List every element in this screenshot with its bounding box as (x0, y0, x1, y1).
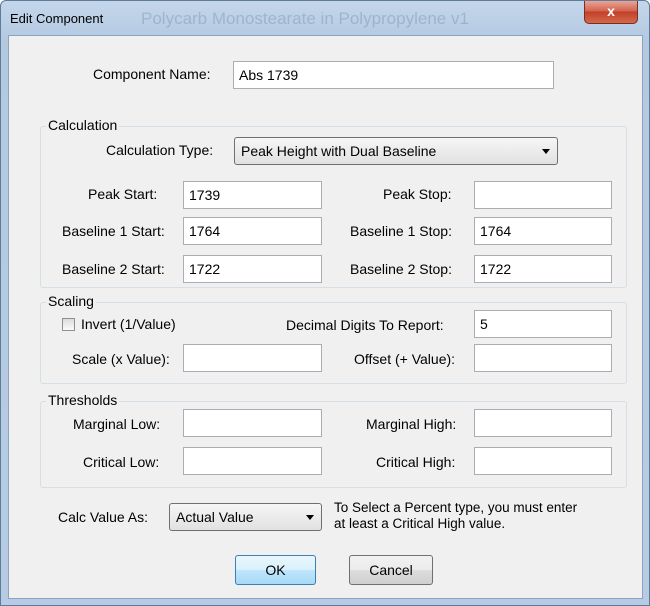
baseline1-stop-input[interactable]: 1764 (474, 217, 612, 245)
baseline2-start-input[interactable]: 1722 (183, 255, 322, 283)
baseline1-start-label: Baseline 1 Start: (62, 223, 165, 239)
component-name-input[interactable]: Abs 1739 (233, 61, 554, 89)
percent-type-note-line1: To Select a Percent type, you must enter (334, 500, 578, 515)
invert-checkbox[interactable] (62, 318, 75, 331)
ok-button[interactable]: OK (235, 555, 316, 585)
dialog-body: Component Name: Abs 1739 Calculation Cal… (8, 35, 643, 599)
calculation-type-dropdown[interactable]: Peak Height with Dual Baseline (234, 137, 558, 165)
baseline1-start-input[interactable]: 1764 (183, 217, 322, 245)
peak-stop-label: Peak Stop: (383, 186, 452, 202)
baseline2-stop-label: Baseline 2 Stop: (350, 261, 452, 277)
background-window-title: Polycarb Monostearate in Polypropylene v… (141, 9, 469, 28)
baseline2-start-label: Baseline 2 Start: (62, 261, 165, 277)
cancel-button[interactable]: Cancel (349, 555, 433, 585)
offset-label: Offset (+ Value): (354, 351, 456, 367)
calc-value-as-label: Calc Value As: (58, 509, 149, 525)
edit-component-window: Polycarb Monostearate in Polypropylene v… (0, 0, 650, 606)
calculation-type-label: Calculation Type: (106, 142, 214, 158)
decimal-digits-label: Decimal Digits To Report: (286, 317, 444, 333)
critical-high-label: Critical High: (376, 454, 456, 470)
peak-start-input[interactable]: 1739 (183, 181, 322, 209)
baseline2-stop-input[interactable]: 1722 (474, 255, 612, 283)
scale-input[interactable] (183, 344, 322, 372)
invert-label[interactable]: Invert (1/Value) (81, 316, 176, 332)
marginal-high-input[interactable] (474, 409, 612, 437)
peak-start-label: Peak Start: (88, 186, 158, 202)
title-bar[interactable]: Polycarb Monostearate in Polypropylene v… (1, 1, 649, 35)
calculation-group-title: Calculation (46, 117, 120, 133)
marginal-low-label: Marginal Low: (73, 416, 161, 432)
scale-label: Scale (x Value): (72, 351, 170, 367)
marginal-high-label: Marginal High: (366, 416, 457, 432)
scaling-group-title: Scaling (46, 293, 96, 309)
chevron-down-icon (542, 149, 550, 154)
critical-low-input[interactable] (183, 447, 322, 475)
close-button[interactable]: x (584, 1, 638, 24)
thresholds-group-title: Thresholds (46, 392, 120, 408)
chevron-down-icon (306, 515, 314, 520)
offset-input[interactable] (474, 344, 612, 372)
marginal-low-input[interactable] (183, 409, 322, 437)
calc-value-as-value: Actual Value (176, 509, 254, 525)
percent-type-note-line2: at least a Critical High value. (334, 516, 506, 531)
calc-value-as-dropdown[interactable]: Actual Value (169, 503, 322, 531)
baseline1-stop-label: Baseline 1 Stop: (350, 223, 452, 239)
critical-high-input[interactable] (474, 447, 612, 475)
calculation-type-value: Peak Height with Dual Baseline (241, 143, 437, 159)
decimal-digits-input[interactable]: 5 (474, 310, 612, 338)
peak-stop-input[interactable] (474, 181, 612, 209)
critical-low-label: Critical Low: (83, 454, 160, 470)
close-icon: x (607, 3, 615, 19)
window-title: Edit Component (10, 11, 104, 26)
component-name-label: Component Name: (93, 66, 211, 82)
